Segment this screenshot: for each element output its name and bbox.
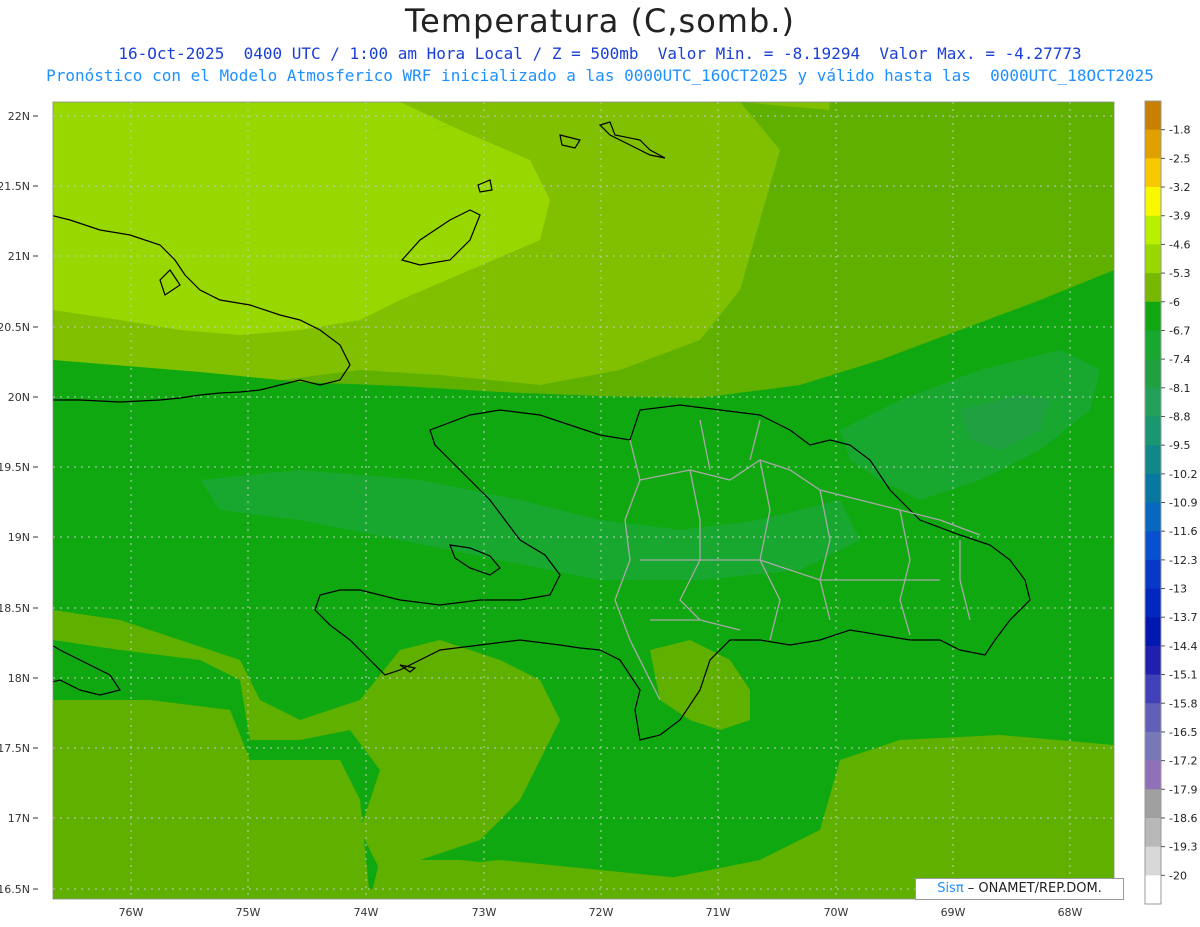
colorbar-label: -11.6: [1169, 525, 1197, 538]
colorbar-label: -10.2: [1169, 468, 1197, 481]
colorbar-swatch: [1145, 416, 1161, 446]
colorbar-label: -15.8: [1169, 697, 1197, 710]
colorbar-label: -6.7: [1169, 324, 1190, 337]
colorbar-swatch: [1145, 387, 1161, 417]
colorbar-swatch: [1145, 244, 1161, 274]
colorbar-swatch: [1145, 473, 1161, 503]
colorbar-swatch: [1145, 875, 1161, 905]
colorbar-label: -1.8: [1169, 124, 1190, 137]
lon-label: 76W: [119, 906, 144, 919]
colorbar-label: -6: [1169, 296, 1180, 309]
colorbar-swatch: [1145, 817, 1161, 848]
colorbar-swatch: [1145, 674, 1161, 704]
lat-label: 20N: [8, 391, 30, 404]
lat-label: 22N: [8, 110, 30, 123]
colorbar-label: -2.5: [1169, 152, 1190, 165]
colorbar-label: -4.6: [1169, 238, 1190, 251]
temperature-field: [53, 102, 1114, 899]
colorbar-swatch: [1145, 273, 1161, 303]
colorbar-swatch: [1145, 789, 1161, 819]
longitude-axis: 76W 75W 74W 73W 72W 71W 70W 69W 68W: [119, 906, 1083, 919]
lat-label: 17N: [8, 812, 30, 825]
colorbar-label: -17.9: [1169, 783, 1197, 796]
colorbar-swatch: [1145, 531, 1161, 561]
colorbar-label: -14.4: [1169, 640, 1197, 653]
lat-label: 19N: [8, 531, 30, 544]
colorbar-label: -10.9: [1169, 497, 1197, 510]
colorbar-swatch: [1145, 158, 1161, 188]
colorbar-label: -16.5: [1169, 726, 1197, 739]
colorbar-swatch: [1145, 559, 1161, 590]
colorbar-label: -17.2: [1169, 755, 1197, 768]
colorbar-label: -7.4: [1169, 353, 1190, 366]
colorbar-swatch: [1145, 215, 1161, 245]
lon-label: 70W: [824, 906, 849, 919]
colorbar-swatch: [1145, 617, 1161, 647]
colorbar-swatch: [1145, 359, 1161, 389]
lon-label: 74W: [354, 906, 379, 919]
colorbar-legend: -1.8 -2.5 -3.2 -3.9 -4.6 -5.3 -6 -6.7 -7.4 -8.1 -8…: [1144, 100, 1197, 905]
lon-label: 68W: [1058, 906, 1083, 919]
colorbar-swatch: [1145, 187, 1161, 217]
organization-label: – ONAMET/REP.DOM.: [963, 881, 1102, 896]
colorbar-swatch: [1145, 301, 1161, 331]
colorbar-swatch: [1145, 731, 1161, 762]
colorbar-swatch: [1145, 129, 1161, 159]
lat-label: 21.5N: [0, 180, 30, 193]
colorbar-label: -3.9: [1169, 210, 1190, 223]
colorbar-label: -12.3: [1169, 554, 1197, 567]
lon-label: 71W: [706, 906, 731, 919]
colorbar-swatch: [1145, 502, 1161, 532]
colorbar-label: -3.2: [1169, 181, 1190, 194]
latitude-axis: 22N 21.5N 21N 20.5N 20N 19.5N 19N 18.5N …: [0, 110, 38, 896]
colorbar-swatch: [1145, 101, 1161, 131]
lat-label: 19.5N: [0, 461, 30, 474]
lon-label: 73W: [472, 906, 497, 919]
colorbar-swatch: [1145, 846, 1161, 876]
temperature-map: 22N 21.5N 21N 20.5N 20N 19.5N 19N 18.5N …: [0, 100, 1197, 919]
colorbar-swatch: [1145, 330, 1161, 360]
colorbar-label: -20: [1169, 869, 1187, 882]
colorbar-label: -19.3: [1169, 841, 1197, 854]
lat-label: 16.5N: [0, 883, 30, 896]
sispi-logo-text: Sisπ: [937, 881, 964, 896]
colorbar-label: -13: [1169, 583, 1187, 596]
lon-label: 75W: [236, 906, 261, 919]
lon-label: 72W: [589, 906, 614, 919]
colorbar-label: -13.7: [1169, 611, 1197, 624]
colorbar-label: -5.3: [1169, 267, 1190, 280]
colorbar-label: -15.1: [1169, 669, 1197, 682]
colorbar-swatch: [1145, 588, 1161, 618]
lat-label: 21N: [8, 250, 30, 263]
lon-label: 69W: [941, 906, 966, 919]
colorbar-label: -8.1: [1169, 382, 1190, 395]
lat-label: 18N: [8, 672, 30, 685]
colorbar-label: -18.6: [1169, 812, 1197, 825]
colorbar-swatch: [1145, 703, 1161, 733]
colorbar-swatch: [1145, 760, 1161, 790]
colorbar-swatch: [1145, 445, 1161, 475]
lat-label: 17.5N: [0, 742, 30, 755]
credit-badge: Sisπ – ONAMET/REP.DOM.: [915, 878, 1124, 900]
colorbar-label: -8.8: [1169, 410, 1190, 423]
lat-label: 20.5N: [0, 321, 30, 334]
colorbar-label: -9.5: [1169, 439, 1190, 452]
lat-label: 18.5N: [0, 602, 30, 615]
colorbar-swatch: [1145, 645, 1161, 676]
